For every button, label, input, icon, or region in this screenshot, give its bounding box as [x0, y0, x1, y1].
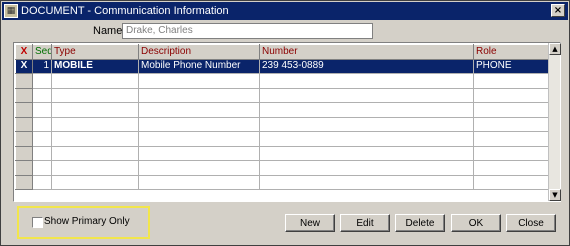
- row-select-marker[interactable]: X: [15, 58, 33, 74]
- empty-table-row[interactable]: [15, 116, 549, 132]
- name-label: Name: [93, 25, 123, 37]
- name-field: Drake, Charles: [122, 23, 373, 39]
- edit-button[interactable]: Edit: [340, 214, 390, 232]
- table-header-row: X Seq Type Description Number Role: [15, 44, 549, 60]
- cell-number[interactable]: 239 453-0889: [259, 58, 474, 74]
- cell-type[interactable]: MOBILE: [51, 58, 139, 74]
- column-header-number[interactable]: Number: [259, 44, 474, 60]
- communication-info-window: ▦ DOCUMENT - Communication Information ×…: [0, 0, 570, 246]
- window-title: DOCUMENT - Communication Information: [21, 5, 229, 17]
- close-button[interactable]: Close: [506, 214, 556, 232]
- title-bar: ▦ DOCUMENT - Communication Information ×: [2, 2, 568, 20]
- cell-role[interactable]: PHONE: [473, 58, 549, 74]
- empty-table-row[interactable]: [15, 160, 549, 176]
- column-header-seq[interactable]: Seq: [32, 44, 52, 60]
- ok-button[interactable]: OK: [451, 214, 501, 232]
- column-header-role[interactable]: Role: [473, 44, 549, 60]
- show-primary-only-label[interactable]: Show Primary Only: [44, 216, 130, 227]
- empty-table-row[interactable]: [15, 102, 549, 118]
- show-primary-only-checkbox[interactable]: [32, 217, 43, 228]
- new-button[interactable]: New: [285, 214, 335, 232]
- scroll-up-icon[interactable]: ▲: [549, 43, 561, 55]
- scroll-down-icon[interactable]: ▼: [549, 189, 561, 201]
- empty-table-row[interactable]: [15, 87, 549, 103]
- close-window-button[interactable]: ×: [551, 4, 565, 17]
- cell-description[interactable]: Mobile Phone Number: [138, 58, 260, 74]
- delete-button[interactable]: Delete: [395, 214, 445, 232]
- vertical-scrollbar[interactable]: ▲ ▼: [548, 43, 561, 201]
- column-header-description[interactable]: Description: [138, 44, 260, 60]
- column-header-type[interactable]: Type: [51, 44, 139, 60]
- empty-table-row[interactable]: [15, 174, 549, 190]
- column-header-x[interactable]: X: [15, 44, 33, 60]
- empty-table-row[interactable]: [15, 131, 549, 147]
- empty-table-row[interactable]: [15, 145, 549, 161]
- empty-table-row[interactable]: [15, 73, 549, 89]
- table-row[interactable]: X 1 MOBILE Mobile Phone Number 239 453-0…: [15, 58, 549, 74]
- app-icon: ▦: [4, 4, 18, 18]
- communication-table: X Seq Type Description Number Role X 1 M…: [15, 44, 549, 190]
- cell-seq[interactable]: 1: [32, 58, 52, 74]
- communication-grid: X Seq Type Description Number Role X 1 M…: [13, 42, 561, 202]
